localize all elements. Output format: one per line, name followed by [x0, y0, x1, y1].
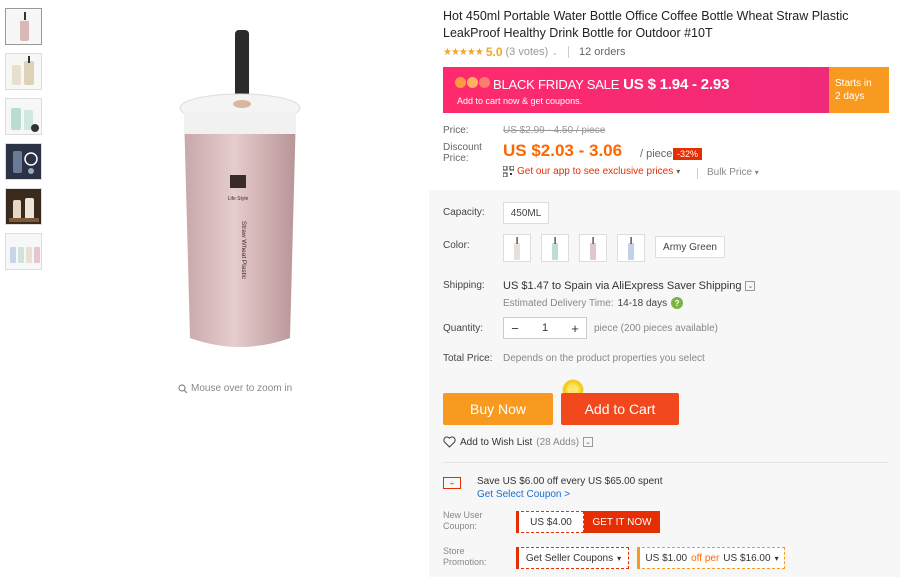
color-option-pink[interactable]	[579, 234, 607, 262]
app-link-text: Get our app to see exclusive prices	[517, 166, 674, 177]
thumb-lifestyle[interactable]	[5, 188, 42, 225]
starts-in-value: 2 days	[835, 91, 865, 102]
rating-value: 5.0	[485, 45, 503, 59]
properties-panel: Capacity: 450ML Color: Army Green Shippi…	[429, 190, 900, 577]
promo-off-text: off per	[691, 552, 720, 564]
chevron-down-icon[interactable]: ⌄	[551, 48, 558, 57]
capacity-label: Capacity:	[443, 207, 485, 218]
zoom-hint: Mouse over to zoom in	[178, 383, 292, 394]
get-select-coupon-link[interactable]: Get Select Coupon >	[477, 489, 570, 500]
caret-down-icon: ▾	[774, 553, 779, 563]
color-label: Color:	[443, 240, 470, 251]
starts-in-label: Starts in	[835, 78, 872, 89]
votes-link[interactable]: (3 votes)	[506, 46, 549, 58]
promo-value: US $1.00	[645, 552, 688, 564]
banner-title: BLACK FRIDAY SALE US $ 1.94 - 2.93	[493, 76, 729, 93]
qr-code-icon	[503, 166, 514, 177]
product-page: Life Style Straw Wheat Plastic Mouse ove…	[0, 0, 900, 577]
star-rating-icon: ★★★★★	[443, 46, 484, 58]
add-to-cart-button[interactable]: Add to Cart	[561, 393, 679, 425]
shipping-value: US $1.47 to Spain via AliExpress Saver S…	[503, 280, 742, 292]
product-title: Hot 450ml Portable Water Bottle Office C…	[443, 9, 849, 40]
discount-price-label: Discount Price:	[443, 142, 482, 164]
quantity-label: Quantity:	[443, 323, 484, 334]
sale-dots-icon	[455, 77, 490, 88]
rating-row: ★★★★★ 5.0 (3 votes) ⌄ 12 orders	[443, 45, 626, 59]
caret-down-icon: ▾	[617, 553, 622, 563]
bulk-price-text: Bulk Price	[707, 167, 753, 178]
banner-price: US $ 1.94 - 2.93	[623, 76, 730, 93]
divider	[697, 168, 698, 179]
thumb-four-colors[interactable]	[5, 233, 42, 270]
quantity-stepper: − 1 +	[503, 317, 587, 339]
discount-price: US $2.03 - 3.06	[503, 141, 623, 160]
color-option-beige[interactable]	[503, 234, 531, 262]
black-friday-banner[interactable]: BLACK FRIDAY SALE US $ 1.94 - 2.93 Add to…	[443, 67, 889, 113]
help-icon[interactable]: ?	[671, 297, 684, 309]
wishlist-row[interactable]: Add to Wish List (28 Adds) ⌄	[443, 436, 594, 448]
caret-down-icon: ▾	[676, 167, 681, 176]
shipping-label: Shipping:	[443, 280, 485, 291]
delivery-estimate: Estimated Delivery Time: 14-18 days ?	[503, 297, 684, 309]
original-price: US $2.99 - 4.50 / piece	[503, 125, 606, 136]
quantity-availability: piece (200 pieces available)	[594, 323, 718, 334]
thumbnail-strip	[5, 8, 43, 278]
total-price-note: Depends on the product properties you se…	[503, 353, 705, 364]
divider	[568, 46, 570, 58]
wishlist-dropdown-icon[interactable]: ⌄	[583, 437, 594, 447]
caret-down-icon: ▾	[754, 168, 759, 177]
main-product-image[interactable]: Life Style Straw Wheat Plastic	[160, 20, 320, 360]
new-user-coupon-label: New User Coupon:	[443, 510, 483, 531]
thumb-beige-bottles[interactable]	[5, 53, 42, 90]
orders-count: 12 orders	[579, 46, 626, 58]
app-exclusive-link[interactable]: Get our app to see exclusive prices ▾	[503, 166, 680, 177]
banner-title-text: BLACK FRIDAY SALE	[493, 77, 620, 92]
svg-text:Life Style: Life Style	[228, 196, 249, 202]
thumb-pink-bottle[interactable]	[5, 8, 42, 45]
quantity-input[interactable]: 1	[526, 322, 564, 334]
color-option-mint[interactable]	[541, 234, 569, 262]
delivery-value: 14-18 days	[617, 297, 668, 309]
shipping-options-icon[interactable]: ⌄	[745, 281, 756, 291]
minus-icon[interactable]: −	[504, 321, 526, 336]
wishlist-count: (28 Adds)	[536, 436, 580, 448]
store-promotion-dropdown[interactable]: US $1.00 off per US $16.00 ▾	[637, 547, 785, 569]
bottle-label: Straw Wheat Plastic	[240, 221, 247, 280]
coupon-icon: ÷	[443, 477, 461, 489]
store-coupon-text: Save US $6.00 off every US $65.00 spent	[477, 476, 663, 487]
bulk-price-dropdown[interactable]: Bulk Price ▾	[707, 167, 759, 178]
store-promotion-label: Store Promotion:	[443, 546, 487, 567]
total-price-label: Total Price:	[443, 353, 493, 364]
thumb-dark-promo[interactable]	[5, 143, 42, 180]
per-piece-unit: / piece	[640, 148, 673, 160]
new-user-coupon-value: US $4.00	[516, 511, 584, 533]
seller-coupons-text: Get Seller Coupons	[525, 552, 614, 564]
shipping-info: US $1.47 to Spain via AliExpress Saver S…	[503, 280, 756, 292]
color-option-blue[interactable]	[617, 234, 645, 262]
magnifier-icon	[178, 383, 188, 393]
discount-badge: -32%	[673, 148, 703, 160]
promo-threshold: US $16.00	[723, 552, 771, 564]
capacity-option-450ml[interactable]: 450ML	[503, 202, 549, 224]
banner-countdown: Starts in 2 days	[829, 67, 889, 113]
delivery-label: Estimated Delivery Time:	[503, 297, 614, 309]
get-seller-coupons-button[interactable]: Get Seller Coupons ▾	[516, 547, 629, 569]
price-label: Price:	[443, 125, 469, 136]
zoom-hint-text: Mouse over to zoom in	[191, 383, 293, 394]
heart-icon	[443, 436, 456, 448]
color-option-army-green[interactable]: Army Green	[655, 236, 725, 258]
product-details: Hot 450ml Portable Water Bottle Office C…	[429, 0, 900, 577]
wishlist-label: Add to Wish List	[460, 436, 533, 448]
thumb-mint-bottles[interactable]	[5, 98, 42, 135]
divider	[443, 462, 889, 463]
plus-icon[interactable]: +	[564, 321, 586, 336]
banner-subtitle: Add to cart now & get coupons.	[457, 96, 583, 106]
get-it-now-button[interactable]: GET IT NOW	[584, 511, 660, 533]
buy-now-button[interactable]: Buy Now	[443, 393, 553, 425]
